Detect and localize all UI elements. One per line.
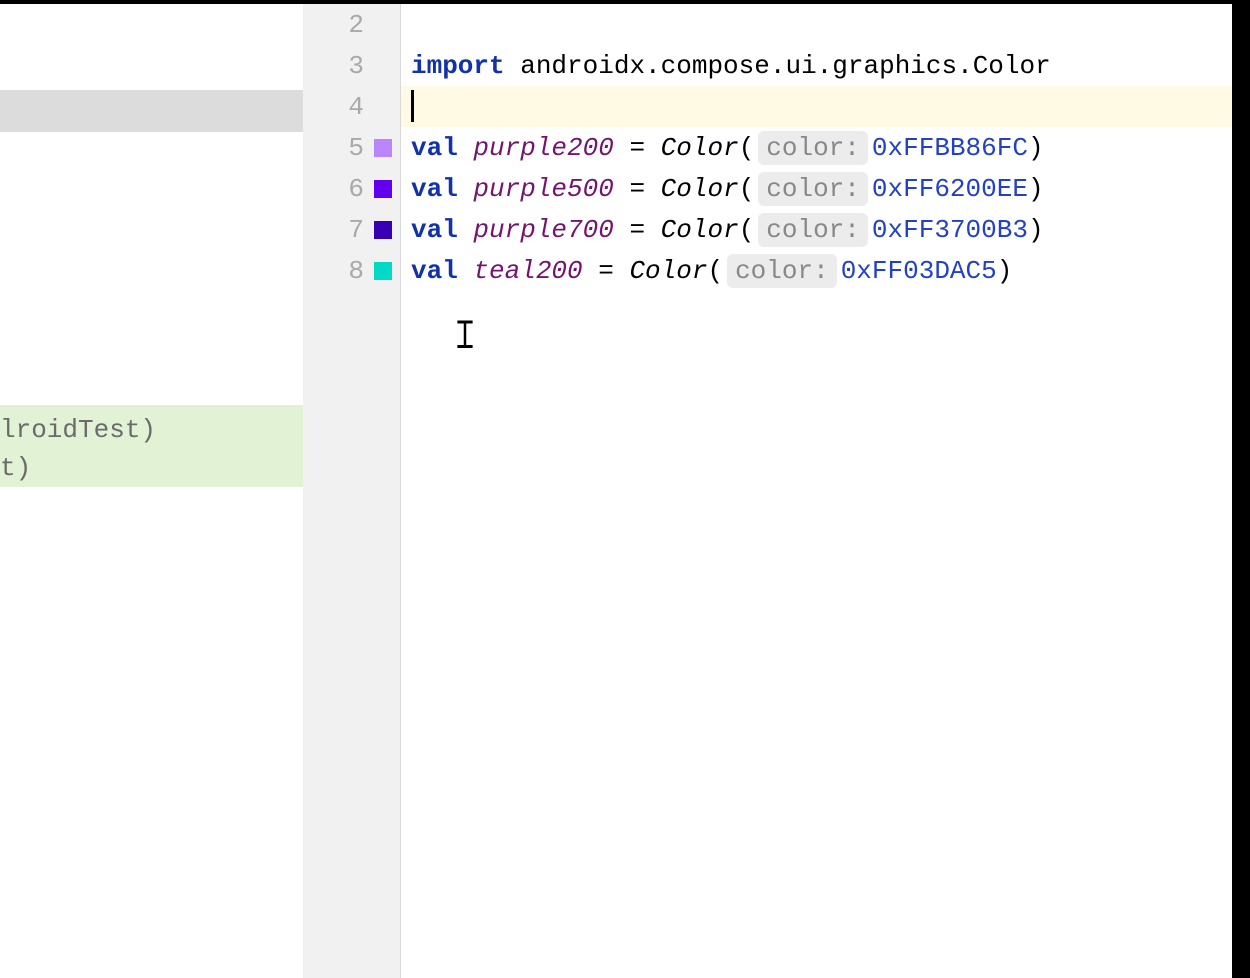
gutter-line[interactable]: 2 bbox=[303, 4, 400, 45]
ibeam-cursor-icon: Ꮖ bbox=[457, 314, 474, 358]
import-path: androidx.compose.ui.graphics.Color bbox=[505, 51, 1051, 81]
gutter-line[interactable]: 6 bbox=[303, 168, 400, 209]
code-line[interactable]: import androidx.compose.ui.graphics.Colo… bbox=[401, 45, 1250, 86]
param-hint: color: bbox=[727, 254, 837, 288]
gutter-line[interactable]: 3 bbox=[303, 45, 400, 86]
line-number: 5 bbox=[348, 133, 364, 163]
keyword-import: import bbox=[411, 51, 505, 81]
line-number: 8 bbox=[348, 256, 364, 286]
color-swatch-icon[interactable] bbox=[374, 139, 392, 157]
line-number: 4 bbox=[348, 92, 364, 122]
gutter-line[interactable]: 4 bbox=[303, 86, 400, 127]
keyword-val: val bbox=[411, 133, 458, 163]
hex-literal: 0xFF03DAC5 bbox=[841, 256, 997, 286]
gutter-line[interactable]: 7 bbox=[303, 209, 400, 250]
class-name: Color bbox=[661, 174, 739, 204]
identifier: purple500 bbox=[473, 174, 613, 204]
color-swatch-icon[interactable] bbox=[374, 180, 392, 198]
panel-selection-band bbox=[0, 90, 303, 132]
code-line-current[interactable] bbox=[401, 86, 1250, 127]
param-hint: color: bbox=[758, 172, 868, 206]
keyword-val: val bbox=[411, 174, 458, 204]
code-line[interactable]: val teal200 = Color(color:0xFF03DAC5) bbox=[401, 250, 1250, 291]
color-swatch-icon[interactable] bbox=[374, 221, 392, 239]
test-sources-line-1: lroidTest) bbox=[0, 411, 303, 449]
identifier: teal200 bbox=[473, 256, 582, 286]
project-panel[interactable]: lroidTest) t) bbox=[0, 4, 303, 978]
keyword-val: val bbox=[411, 215, 458, 245]
code-line[interactable]: val purple200 = Color(color:0xFFBB86FC) bbox=[401, 127, 1250, 168]
hex-literal: 0xFFBB86FC bbox=[872, 133, 1028, 163]
class-name: Color bbox=[661, 215, 739, 245]
code-editor[interactable]: import androidx.compose.ui.graphics.Colo… bbox=[401, 4, 1250, 978]
code-line[interactable] bbox=[401, 4, 1250, 45]
window-edge bbox=[1232, 4, 1250, 978]
keyword-val: val bbox=[411, 256, 458, 286]
text-caret bbox=[411, 90, 414, 122]
param-hint: color: bbox=[758, 213, 868, 247]
code-line[interactable]: val purple700 = Color(color:0xFF3700B3) bbox=[401, 209, 1250, 250]
class-name: Color bbox=[629, 256, 707, 286]
line-number: 6 bbox=[348, 174, 364, 204]
code-line[interactable]: val purple500 = Color(color:0xFF6200EE) bbox=[401, 168, 1250, 209]
class-name: Color bbox=[661, 133, 739, 163]
identifier: purple700 bbox=[473, 215, 613, 245]
line-number: 3 bbox=[348, 51, 364, 81]
test-sources-block: lroidTest) t) bbox=[0, 405, 303, 487]
gutter-line[interactable]: 5 bbox=[303, 127, 400, 168]
line-number: 7 bbox=[348, 215, 364, 245]
gutter-line[interactable]: 8 bbox=[303, 250, 400, 291]
hex-literal: 0xFF3700B3 bbox=[872, 215, 1028, 245]
test-sources-line-2: t) bbox=[0, 449, 303, 487]
color-swatch-icon[interactable] bbox=[374, 262, 392, 280]
line-number: 2 bbox=[348, 10, 364, 40]
param-hint: color: bbox=[758, 131, 868, 165]
identifier: purple200 bbox=[473, 133, 613, 163]
line-number-gutter[interactable]: 2 3 4 5 6 7 8 bbox=[303, 4, 401, 978]
hex-literal: 0xFF6200EE bbox=[872, 174, 1028, 204]
